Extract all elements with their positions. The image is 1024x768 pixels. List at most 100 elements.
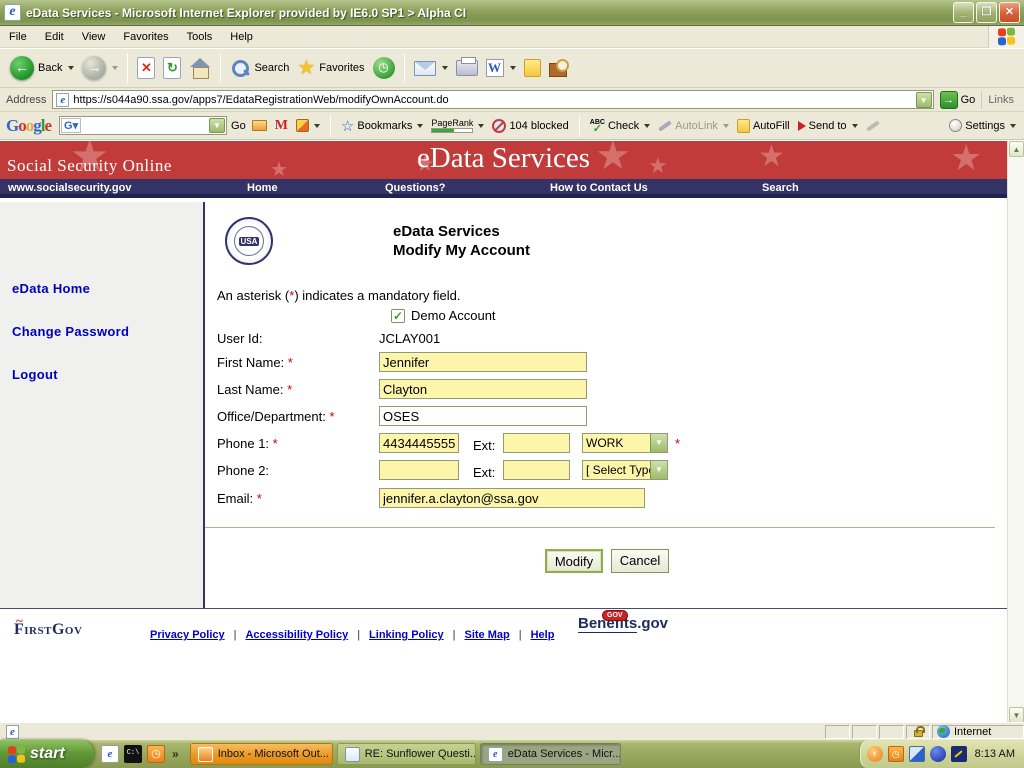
address-field[interactable]: e ▼ [52, 90, 933, 109]
google-logo[interactable]: Google [6, 116, 51, 136]
google-gallery-button[interactable] [250, 120, 269, 131]
site-map-link[interactable]: Site Map [464, 629, 509, 641]
taskbar-window-edata[interactable]: e eData Services - Micr... [480, 743, 621, 765]
vertical-scrollbar[interactable]: ▲ ▼ [1007, 141, 1024, 723]
quicklaunch-overflow-chevron[interactable]: » [170, 747, 181, 761]
settings-button[interactable]: Settings [947, 119, 1018, 132]
messenger-button[interactable] [520, 57, 545, 79]
close-button[interactable]: ✕ [999, 2, 1020, 23]
phone1-type-select[interactable]: WORK ▼ [582, 433, 668, 453]
accessibility-policy-link[interactable]: Accessibility Policy [245, 629, 348, 641]
govbenefits-logo[interactable]: GOVBenefits.gov [578, 615, 668, 632]
back-button[interactable]: ← Back [6, 54, 78, 82]
autofill-button[interactable]: AutoFill [735, 119, 792, 133]
pagerank-dropdown-icon[interactable] [478, 124, 484, 128]
window-titlebar[interactable]: e eData Services - Microsoft Internet Ex… [0, 0, 1024, 26]
sidebar-item-logout[interactable]: Logout [0, 367, 203, 382]
first-name-input[interactable] [379, 352, 587, 372]
phone1-input[interactable] [379, 433, 459, 453]
nav-contact[interactable]: How to Contact Us [550, 182, 648, 194]
tray-network-icon[interactable] [909, 746, 925, 762]
menu-file[interactable]: File [0, 28, 36, 46]
back-dropdown-icon[interactable] [68, 66, 74, 70]
sidebar-item-edata-home[interactable]: eData Home [0, 281, 203, 296]
highlighter-button[interactable] [864, 124, 882, 128]
quicklaunch-ie-icon[interactable]: e [101, 745, 119, 763]
mail-dropdown-icon[interactable] [442, 66, 448, 70]
google-apps-button[interactable] [294, 119, 322, 132]
forward-button[interactable]: → [78, 54, 122, 82]
address-input[interactable] [73, 92, 915, 107]
google-go-label[interactable]: Go [231, 120, 246, 132]
tray-collapse-chevron-icon[interactable]: ‹ [867, 746, 883, 762]
menu-favorites[interactable]: Favorites [114, 28, 177, 46]
research-button[interactable] [545, 57, 573, 79]
apps-dropdown-icon[interactable] [314, 124, 320, 128]
check-dropdown-icon[interactable] [644, 124, 650, 128]
popup-blocker-button[interactable]: 104 blocked [490, 119, 570, 133]
nav-home[interactable]: Home [247, 182, 278, 194]
sendto-button[interactable]: Send to [796, 120, 860, 132]
tray-agent-icon[interactable] [930, 746, 946, 762]
scroll-up-arrow[interactable]: ▲ [1009, 141, 1024, 157]
home-button[interactable] [185, 56, 215, 80]
refresh-button[interactable]: ↻ [159, 55, 185, 81]
favorites-button[interactable]: ★ Favorites [293, 56, 368, 80]
firstgov-logo[interactable]: FirstGov [14, 621, 82, 639]
bookmarks-dropdown-icon[interactable] [417, 124, 423, 128]
mail-button[interactable] [410, 59, 452, 78]
spellcheck-button[interactable]: ABC✓ Check [588, 119, 652, 133]
menu-edit[interactable]: Edit [36, 28, 73, 46]
stop-button[interactable]: ✕ [133, 55, 159, 81]
privacy-policy-link[interactable]: Privacy Policy [150, 629, 225, 641]
taskbar-window-email[interactable]: RE: Sunflower Questi... [337, 743, 476, 765]
minimize-button[interactable]: _ [953, 2, 974, 23]
demo-account-checkbox[interactable]: ✓ [391, 309, 405, 323]
forward-dropdown-icon[interactable] [112, 66, 118, 70]
pagerank-button[interactable]: PageRank [429, 119, 486, 133]
restore-button[interactable]: ❐ [976, 2, 997, 23]
phone2-type-select[interactable]: [ Select Type ] ▼ [582, 460, 668, 480]
tray-outlook-icon[interactable]: ◷ [888, 746, 904, 762]
phone1-type-dropdown-icon[interactable]: ▼ [650, 434, 667, 452]
autolink-button[interactable]: AutoLink [656, 120, 731, 132]
bookmarks-button[interactable]: ☆ Bookmarks [339, 117, 425, 135]
address-dropdown-button[interactable]: ▼ [916, 92, 932, 108]
search-button[interactable]: Search [226, 56, 293, 80]
edit-with-word-button[interactable]: W [482, 57, 520, 79]
settings-dropdown-icon[interactable] [1010, 124, 1016, 128]
phone1-ext-input[interactable] [503, 433, 570, 453]
gmail-button[interactable]: M [273, 118, 290, 134]
history-button[interactable]: ◷ [369, 55, 399, 81]
linking-policy-link[interactable]: Linking Policy [369, 629, 444, 641]
autolink-dropdown-icon[interactable] [723, 124, 729, 128]
nav-search[interactable]: Search [762, 182, 799, 194]
quicklaunch-outlook-icon[interactable]: ◷ [147, 745, 165, 763]
tray-journal-icon[interactable] [951, 746, 967, 762]
cancel-button[interactable]: Cancel [611, 549, 669, 573]
phone2-ext-input[interactable] [503, 460, 570, 480]
start-button[interactable]: start [0, 740, 94, 768]
google-search-box[interactable]: G▾ ▼ [59, 116, 227, 135]
quicklaunch-cmd-icon[interactable]: C:\ [124, 745, 142, 763]
print-button[interactable] [452, 58, 482, 78]
go-button[interactable]: → Go [934, 91, 982, 109]
sidebar-item-change-password[interactable]: Change Password [0, 324, 203, 339]
office-input[interactable] [379, 406, 587, 426]
menu-view[interactable]: View [73, 28, 115, 46]
help-link[interactable]: Help [531, 629, 555, 641]
phone2-input[interactable] [379, 460, 459, 480]
phone2-type-dropdown-icon[interactable]: ▼ [650, 461, 667, 479]
google-g-icon[interactable]: G▾ [61, 118, 81, 133]
last-name-input[interactable] [379, 379, 587, 399]
sendto-dropdown-icon[interactable] [852, 124, 858, 128]
email-input[interactable] [379, 488, 645, 508]
nav-questions[interactable]: Questions? [385, 182, 446, 194]
modify-button[interactable]: Modify [545, 549, 603, 573]
menu-tools[interactable]: Tools [178, 28, 222, 46]
taskbar-window-inbox[interactable]: Inbox - Microsoft Out... [190, 743, 333, 765]
menu-help[interactable]: Help [221, 28, 262, 46]
google-search-dropdown[interactable]: ▼ [209, 118, 225, 133]
links-toolbar-handle[interactable]: Links [981, 91, 1020, 109]
edit-dropdown-icon[interactable] [510, 66, 516, 70]
